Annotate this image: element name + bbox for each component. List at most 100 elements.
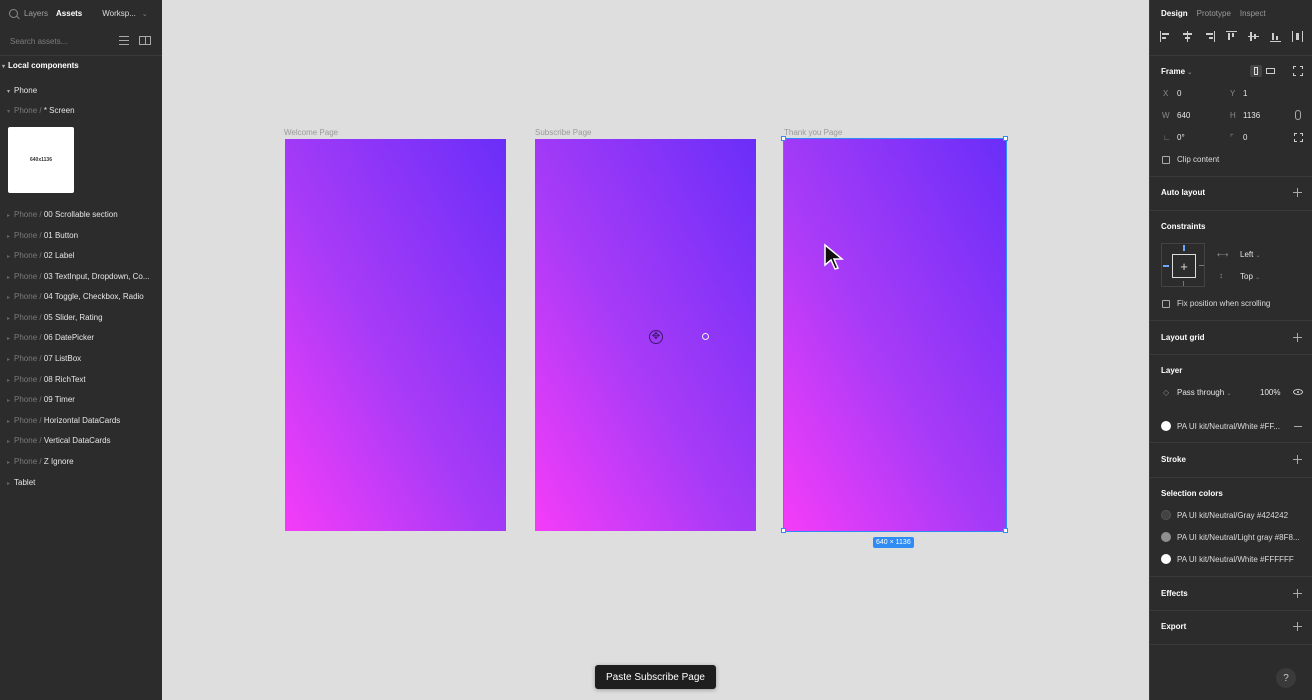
list-view-icon[interactable] (119, 36, 129, 45)
list-item[interactable]: ▸ Phone / 05 Slider, Rating (7, 313, 103, 322)
frame-label-welcome[interactable]: Welcome Page (284, 128, 338, 137)
local-components-header[interactable]: ▾ Local components (2, 61, 79, 70)
vertical-constraint-select[interactable]: Top ⌄ (1240, 272, 1260, 281)
align-center-h-icon[interactable] (1182, 31, 1193, 42)
corner-radius-input[interactable]: 0 (1243, 133, 1247, 142)
list-item[interactable]: ▸ Phone / 06 DatePicker (7, 333, 94, 342)
fill-swatch[interactable] (1161, 421, 1171, 431)
landscape-icon[interactable] (1266, 68, 1275, 74)
clip-content-checkbox[interactable] (1162, 156, 1170, 164)
fill-style-name[interactable]: PA UI kit/Neutral/White #FF... (1177, 422, 1280, 431)
list-item[interactable]: ▸ Phone / 09 Timer (7, 395, 75, 404)
workspace-dropdown[interactable]: Worksp... ⌄ (102, 9, 148, 18)
left-constraint[interactable] (1163, 265, 1169, 267)
fix-position-checkbox[interactable] (1162, 300, 1170, 308)
anchor-dot-icon[interactable] (702, 333, 709, 340)
component-prefix: Phone / (14, 251, 42, 260)
frame-label-thankyou[interactable]: Thank you Page (784, 128, 842, 137)
tab-assets[interactable]: Assets (56, 9, 82, 18)
frame-thank-you-page[interactable] (783, 138, 1007, 532)
chevron-down-icon: ⌄ (141, 11, 148, 18)
divider (1150, 210, 1312, 211)
group-tablet[interactable]: ▸ Tablet (7, 478, 35, 487)
blend-mode-select[interactable]: Pass through ⌄ (1177, 388, 1231, 397)
resize-to-fit-icon[interactable] (1293, 66, 1303, 76)
help-button[interactable]: ? (1276, 668, 1296, 688)
height-input[interactable]: 1136 (1243, 111, 1260, 120)
align-center-v-icon[interactable] (1248, 31, 1259, 42)
component-name: 01 Button (43, 231, 79, 240)
list-item[interactable]: ▸ Phone / 08 RichText (7, 375, 86, 384)
frame-subscribe-page[interactable] (535, 139, 756, 531)
resize-handle[interactable] (1003, 528, 1008, 533)
list-item[interactable]: ▸ Phone / Vertical DataCards (7, 436, 111, 445)
independent-corners-icon[interactable] (1294, 133, 1303, 142)
divider (1150, 644, 1312, 645)
add-auto-layout-icon[interactable] (1293, 188, 1302, 197)
component-name: 02 Label (43, 251, 75, 260)
add-stroke-icon[interactable] (1293, 455, 1302, 464)
distribute-icon[interactable] (1292, 31, 1303, 42)
group-phone[interactable]: ▾ Phone (7, 86, 37, 95)
color-swatch-white[interactable] (1161, 554, 1171, 564)
portrait-toggle[interactable] (1250, 65, 1262, 77)
tab-inspect[interactable]: Inspect (1240, 9, 1266, 18)
y-input[interactable]: 1 (1243, 89, 1247, 98)
selection-color-name[interactable]: PA UI kit/Neutral/Gray #424242 (1177, 511, 1288, 520)
align-left-icon[interactable] (1160, 31, 1171, 42)
tab-prototype[interactable]: Prototype (1197, 9, 1231, 18)
remove-fill-icon[interactable] (1294, 426, 1302, 427)
list-item[interactable]: ▸ Phone / 02 Label (7, 251, 75, 260)
selection-color-name[interactable]: PA UI kit/Neutral/White #FFFFFF (1177, 555, 1294, 564)
opacity-input[interactable]: 100% (1260, 388, 1280, 397)
resize-handle[interactable] (781, 136, 786, 141)
component-thumbnail[interactable]: 640x1136 (8, 127, 74, 193)
search-assets-input[interactable]: Search assets... (10, 37, 67, 46)
tab-layers[interactable]: Layers (24, 9, 48, 18)
bottom-constraint[interactable] (1183, 281, 1184, 286)
width-input[interactable]: 640 (1177, 111, 1190, 120)
layout-grid-title: Layout grid (1161, 333, 1205, 342)
selection-color-name[interactable]: PA UI kit/Neutral/Light gray #8F8... (1177, 533, 1300, 542)
list-item[interactable]: ▸ Phone / Z Ignore (7, 457, 74, 466)
list-item[interactable]: ▸ Phone / 07 ListBox (7, 354, 81, 363)
align-right-icon[interactable] (1204, 31, 1215, 42)
rotation-input[interactable]: 0° (1177, 133, 1185, 142)
divider (0, 55, 162, 56)
component-prefix: Phone / (14, 457, 42, 466)
resize-handle[interactable] (1003, 136, 1008, 141)
list-item[interactable]: ▸ Phone / 00 Scrollable section (7, 210, 118, 219)
search-icon[interactable] (9, 9, 18, 18)
color-swatch-light-gray[interactable] (1161, 532, 1171, 542)
frame-dropdown[interactable]: Frame ⌄ (1161, 67, 1192, 76)
right-constraint[interactable] (1199, 265, 1204, 266)
x-input[interactable]: 0 (1177, 89, 1181, 98)
add-export-icon[interactable] (1293, 622, 1302, 631)
tab-design[interactable]: Design (1161, 9, 1188, 18)
constrain-proportions-icon[interactable] (1295, 110, 1301, 120)
eye-icon[interactable] (1293, 389, 1303, 395)
add-effect-icon[interactable] (1293, 589, 1302, 598)
top-constraint[interactable] (1183, 245, 1185, 251)
h-label: H (1230, 111, 1236, 120)
caret-right-icon: ▸ (7, 254, 11, 260)
resize-handle[interactable] (781, 528, 786, 533)
add-layout-grid-icon[interactable] (1293, 333, 1302, 342)
list-item[interactable]: ▸ Phone / 04 Toggle, Checkbox, Radio (7, 292, 144, 301)
caret-right-icon: ▸ (7, 378, 11, 384)
constraints-widget[interactable]: + (1161, 243, 1205, 287)
list-item[interactable]: ▸ Phone / 03 TextInput, Dropdown, Co... (7, 272, 150, 281)
color-swatch-gray[interactable] (1161, 510, 1171, 520)
horizontal-constraint-select[interactable]: Left ⌄ (1240, 250, 1261, 259)
frame-label-subscribe[interactable]: Subscribe Page (535, 128, 591, 137)
plus-icon: + (1172, 254, 1196, 278)
align-top-icon[interactable] (1226, 31, 1237, 42)
move-icon[interactable]: ✥ (649, 330, 663, 344)
align-bottom-icon[interactable] (1270, 31, 1281, 42)
frame-welcome-page[interactable] (285, 139, 506, 531)
screen-group[interactable]: ▾ Phone / * Screen (7, 106, 75, 115)
list-item[interactable]: ▸ Phone / Horizontal DataCards (7, 416, 120, 425)
library-icon[interactable] (139, 36, 151, 45)
component-name: 00 Scrollable section (43, 210, 118, 219)
list-item[interactable]: ▸ Phone / 01 Button (7, 231, 78, 240)
